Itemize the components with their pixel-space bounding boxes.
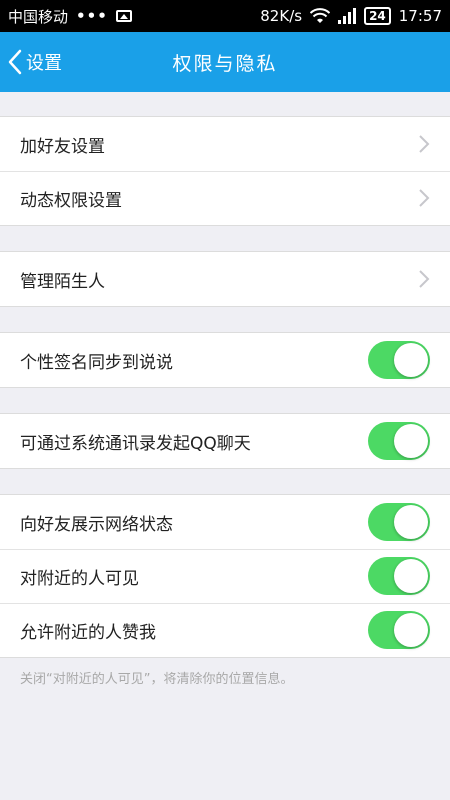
row-label: 管理陌生人 — [20, 271, 105, 292]
row-label: 个性签名同步到说说 — [20, 352, 173, 373]
row-label: 向好友展示网络状态 — [20, 514, 173, 535]
settings-group-visibility: 向好友展示网络状态 对附近的人可见 允许附近的人赞我 — [0, 494, 450, 658]
feed-permission-row[interactable]: 动态权限设置 — [0, 171, 450, 225]
location-footnote: 关闭“对附近的人可见”，将清除你的位置信息。 — [20, 672, 294, 687]
manage-strangers-row[interactable]: 管理陌生人 — [0, 252, 450, 306]
toggle-knob — [394, 559, 428, 593]
add-friend-settings-row[interactable]: 加好友设置 — [0, 117, 450, 171]
toggle-knob — [394, 424, 428, 458]
settings-group-signature: 个性签名同步到说说 — [0, 332, 450, 388]
row-label: 允许附近的人赞我 — [20, 622, 156, 643]
allow-nearby-likes-row: 允许附近的人赞我 — [0, 603, 450, 657]
network-speed: 82K/s — [260, 7, 303, 25]
signal-dots: ••• — [76, 7, 108, 25]
status-bar: 中国移动 ••• 82K/s 24 17:57 — [0, 0, 450, 32]
signal-strength-icon — [338, 8, 357, 24]
settings-group-friends: 加好友设置 动态权限设置 — [0, 116, 450, 226]
toggle-knob — [394, 505, 428, 539]
chevron-right-icon — [419, 189, 430, 207]
image-notification-icon — [115, 10, 132, 22]
chevron-right-icon — [419, 270, 430, 288]
row-label: 对附近的人可见 — [20, 568, 139, 589]
page-title: 权限与隐私 — [172, 52, 278, 75]
visible-to-nearby-toggle[interactable] — [368, 557, 430, 595]
clock: 17:57 — [398, 7, 442, 25]
contacts-chat-row: 可通过系统通讯录发起QQ聊天 — [0, 414, 450, 468]
toggle-knob — [394, 613, 428, 647]
back-button[interactable]: 设置 — [0, 49, 62, 75]
visible-to-nearby-row: 对附近的人可见 — [0, 549, 450, 603]
settings-group-contacts: 可通过系统通讯录发起QQ聊天 — [0, 413, 450, 469]
settings-group-strangers: 管理陌生人 — [0, 251, 450, 307]
row-label: 加好友设置 — [20, 136, 105, 157]
sync-signature-row: 个性签名同步到说说 — [0, 333, 450, 387]
back-label: 设置 — [26, 53, 62, 74]
row-label: 可通过系统通讯录发起QQ聊天 — [20, 433, 251, 454]
row-label: 动态权限设置 — [20, 190, 122, 211]
contacts-chat-toggle[interactable] — [368, 422, 430, 460]
allow-nearby-likes-toggle[interactable] — [368, 611, 430, 649]
show-network-status-row: 向好友展示网络状态 — [0, 495, 450, 549]
show-network-status-toggle[interactable] — [368, 503, 430, 541]
wifi-icon — [310, 8, 331, 23]
nav-header: 设置 权限与隐私 — [0, 32, 450, 92]
carrier-name: 中国移动 — [8, 7, 69, 26]
chevron-right-icon — [419, 135, 430, 153]
sync-signature-toggle[interactable] — [368, 341, 430, 379]
battery-level: 24 — [364, 7, 391, 25]
chevron-left-icon — [8, 49, 22, 75]
toggle-knob — [394, 343, 428, 377]
